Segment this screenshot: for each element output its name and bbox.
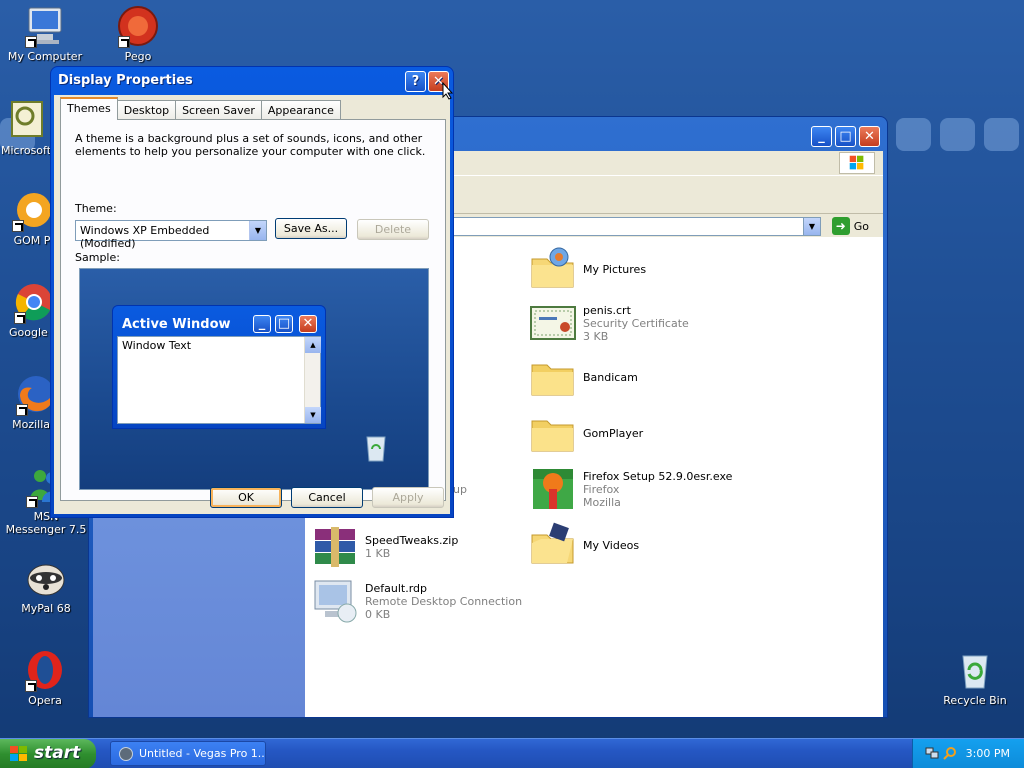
clock[interactable]: 3:00 PM <box>966 747 1010 760</box>
file-item-default-rdp[interactable]: Default.rdp Remote Desktop Connection 0 … <box>311 577 522 625</box>
desktop-icon-recycle-bin[interactable]: Recycle Bin <box>933 648 1017 707</box>
tab-themes[interactable]: Themes <box>60 97 118 120</box>
file-item-bandicam[interactable]: Bandicam <box>529 353 638 401</box>
search-icon[interactable] <box>943 746 957 760</box>
go-arrow-icon: ➜ <box>831 217 850 235</box>
desktop-icon-pego[interactable]: Pego <box>96 4 180 63</box>
sample-minimize-icon: _ <box>253 315 271 333</box>
address-dropdown-button[interactable]: ▼ <box>803 218 820 235</box>
address-input[interactable]: ▼ <box>453 217 821 236</box>
apply-button[interactable]: Apply <box>372 487 444 508</box>
tab-screen-saver[interactable]: Screen Saver <box>175 100 262 120</box>
explorer-minimize-button[interactable]: _ <box>811 126 832 147</box>
sample-label: Sample: <box>75 251 120 264</box>
file-item-my-pictures[interactable]: My Pictures <box>529 245 646 293</box>
taskbar-item-vegas-pro[interactable]: Untitled - Vegas Pro 1... <box>110 741 266 766</box>
desktop-icon-my-computer[interactable]: My Computer <box>3 4 87 63</box>
dialog-title: Display Properties <box>58 73 193 88</box>
sample-window-body: Window Text ▲ ▼ <box>117 336 321 424</box>
desktop-icon-opera[interactable]: Opera <box>3 648 87 707</box>
theme-select[interactable]: Windows XP Embedded (Modified) ▼ <box>75 220 267 250</box>
file-item-speedtweaks-zip[interactable]: SpeedTweaks.zip 1 KB <box>311 523 458 571</box>
dialog-titlebar[interactable]: Display Properties ? ✕ <box>51 67 453 95</box>
file-item-certificate[interactable]: penis.crt Security Certificate 3 KB <box>529 299 689 347</box>
explorer-close-button[interactable]: ✕ <box>859 126 880 147</box>
taskbar: start Untitled - Vegas Pro 1... 3:00 PM <box>0 738 1024 768</box>
start-button[interactable]: start <box>0 739 96 768</box>
vegas-pro-icon <box>119 747 133 761</box>
save-as-button[interactable]: Save As... <box>275 218 347 239</box>
sample-close-icon: ✕ <box>299 315 317 333</box>
windows-flag-icon <box>10 746 27 761</box>
dialog-body: Themes Desktop Screen Saver Appearance A… <box>54 95 450 514</box>
sample-scrollbar: ▲ ▼ <box>304 337 321 423</box>
file-item-gomplayer[interactable]: GomPlayer <box>529 409 643 457</box>
theme-label: Theme: <box>75 202 117 215</box>
sample-recycle-bin-icon <box>362 433 390 463</box>
cancel-button[interactable]: Cancel <box>291 487 363 508</box>
file-item-firefox-setup[interactable]: Firefox Setup 52.9.0esr.exe Firefox Mozi… <box>529 465 732 513</box>
sample-window-title: Active Window <box>122 317 231 332</box>
desktop-icon-mypal[interactable]: MyPal 68 <box>4 556 88 615</box>
delete-button[interactable]: Delete <box>357 219 429 240</box>
themes-panel: A theme is a background plus a set of so… <box>60 119 446 501</box>
tab-strip: Themes Desktop Screen Saver Appearance <box>60 97 341 120</box>
go-button[interactable]: ➜ Go <box>831 217 869 235</box>
sample-maximize-icon: □ <box>275 315 293 333</box>
system-tray: 3:00 PM <box>912 739 1024 768</box>
partial-item-text: up <box>453 483 467 496</box>
scroll-up-icon: ▲ <box>305 337 321 353</box>
mouse-cursor-icon <box>442 82 454 100</box>
display-properties-dialog[interactable]: Display Properties ? ✕ Themes Desktop Sc… <box>50 66 454 518</box>
chevron-down-icon[interactable]: ▼ <box>249 221 266 240</box>
tab-desktop[interactable]: Desktop <box>116 100 177 120</box>
file-item-my-videos[interactable]: My Videos <box>529 521 639 569</box>
theme-description: A theme is a background plus a set of so… <box>75 132 426 158</box>
explorer-maximize-button[interactable]: □ <box>835 126 856 147</box>
theme-sample-preview: Active Window _ □ ✕ Window Text ▲ ▼ <box>79 268 429 490</box>
scroll-down-icon: ▼ <box>305 407 321 423</box>
network-icon[interactable] <box>925 746 939 760</box>
windows-logo-icon <box>839 152 875 174</box>
tab-appearance[interactable]: Appearance <box>260 100 341 120</box>
sample-active-window: Active Window _ □ ✕ Window Text ▲ ▼ <box>112 305 326 429</box>
help-button[interactable]: ? <box>405 71 426 92</box>
ok-button[interactable]: OK <box>210 487 282 508</box>
